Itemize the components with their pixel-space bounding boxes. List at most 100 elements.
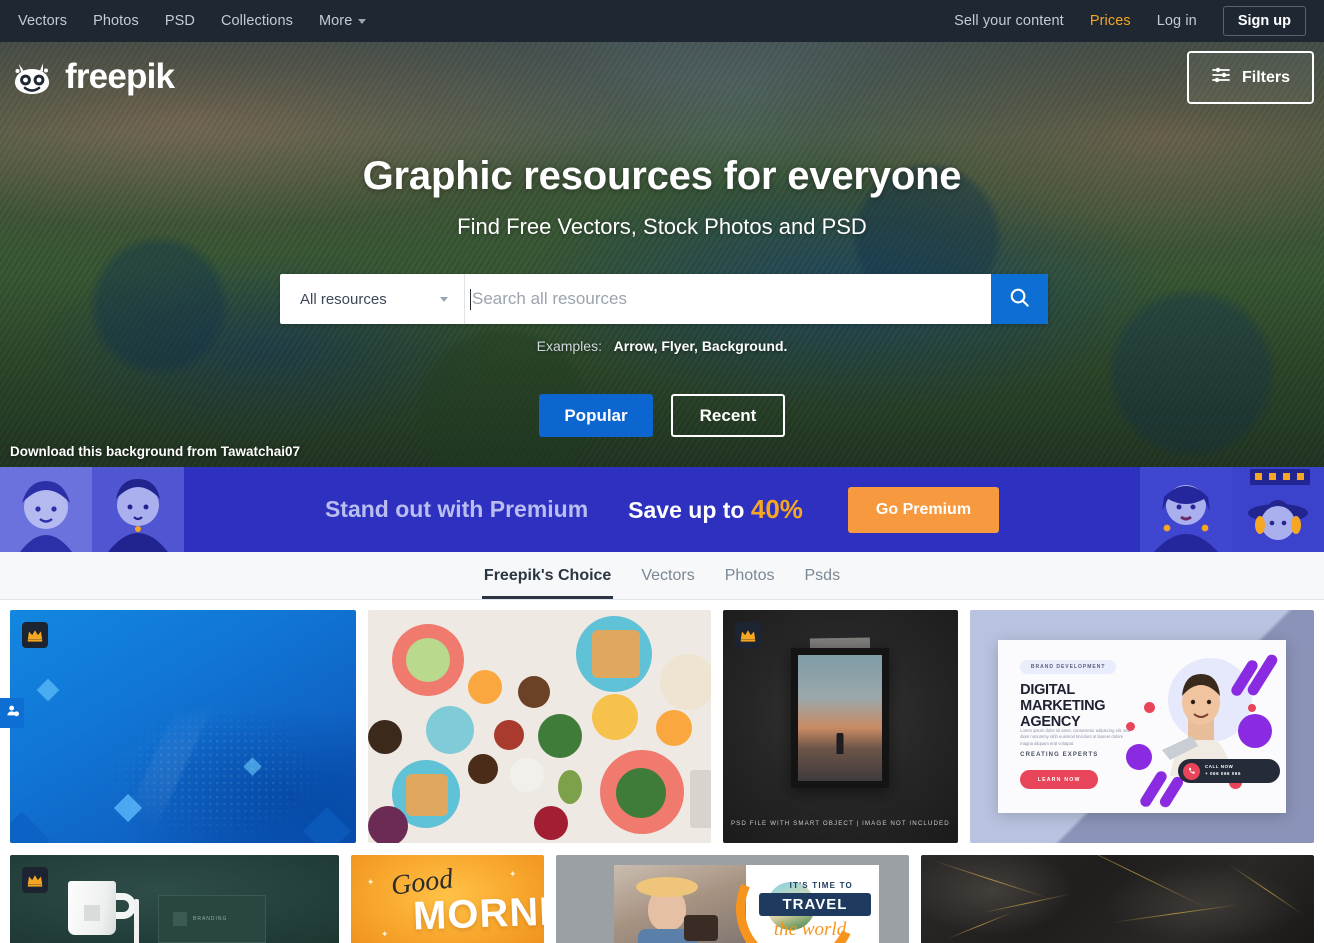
card-logo-placeholder [173, 912, 187, 926]
sun-hat [636, 877, 699, 897]
travel-line-1: IT'S TIME TO [789, 881, 853, 890]
freepik-logo[interactable]: freepik [10, 55, 175, 99]
nav-item-psd[interactable]: PSD [165, 13, 195, 29]
card-thumbnail-mug-mockup: BRANDING [10, 855, 339, 943]
search-input[interactable] [472, 274, 991, 324]
resource-card-black-marble[interactable] [920, 855, 1314, 943]
travel-line-2: TRAVEL [758, 893, 871, 916]
premium-headline: Stand out with Premium [324, 496, 589, 522]
nav-item-vectors[interactable]: Vectors [18, 13, 67, 29]
landing-body-text: Lorem ipsum dolor sit amet, consectetur … [1020, 728, 1131, 746]
deco-blob [1248, 704, 1256, 712]
poster-artwork [791, 648, 890, 788]
premium-save-amount: 40% [750, 494, 803, 524]
top-navigation-bar: Vectors Photos PSD Collections More Sell… [0, 0, 1324, 42]
page-title: Graphic resources for everyone [362, 154, 962, 198]
deco-diamond [302, 806, 352, 843]
call-now-badge: CALL NOW + 066 066 066 [1178, 759, 1280, 783]
premium-save-prefix: Save up to [628, 497, 745, 523]
resource-grid: PSD FILE WITH SMART OBJECT | IMAGE NOT I… [0, 600, 1324, 943]
travel-line-3: the world. [773, 919, 851, 940]
food-item [591, 694, 638, 740]
card-thumbnail-marketing-landing: BRAND DEVELOPMENT DIGITAL MARKETING AGEN… [970, 610, 1314, 843]
prices-link[interactable]: Prices [1090, 13, 1131, 29]
cutlery [689, 770, 711, 828]
sell-your-content-link[interactable]: Sell your content [954, 13, 1064, 29]
food-item [557, 770, 582, 804]
content-tabs: Freepik's Choice Vectors Photos Psds [481, 567, 843, 599]
marble-vein [981, 893, 1071, 914]
deco-blob [1144, 702, 1156, 713]
marble-vein [1111, 903, 1241, 924]
food-item [517, 676, 550, 708]
resource-card-psd-poster-mockup[interactable]: PSD FILE WITH SMART OBJECT | IMAGE NOT I… [722, 610, 959, 843]
food-item [367, 806, 408, 843]
search-input-wrapper[interactable] [465, 274, 991, 324]
nav-item-collections[interactable]: Collections [221, 13, 293, 29]
tab-psds[interactable]: Psds [803, 567, 843, 599]
resource-card-blue-abstract[interactable] [10, 610, 356, 843]
premium-banner-content: Stand out with Premium Save up to 40% Go… [324, 486, 1000, 533]
recent-toggle-button[interactable]: Recent [671, 394, 785, 437]
chevron-down-icon [358, 18, 367, 24]
deco-blob [1126, 744, 1153, 770]
background-credit-link[interactable]: Download this background from Tawatchai0… [10, 444, 300, 459]
landing-page-preview: BRAND DEVELOPMENT DIGITAL MARKETING AGEN… [998, 640, 1286, 813]
freepik-mascot-icon [10, 55, 56, 99]
tab-vectors[interactable]: Vectors [639, 567, 696, 599]
marble-vein [933, 860, 1049, 899]
mug-body [68, 881, 116, 935]
avatar-illustration [1232, 467, 1324, 552]
freepik-wordmark: freepik [65, 57, 175, 96]
call-now-text: CALL NOW + 066 066 066 [1205, 764, 1242, 776]
card-thumbnail-black-marble [920, 855, 1314, 943]
popular-toggle-button[interactable]: Popular [539, 394, 653, 437]
examples-links[interactable]: Arrow, Flyer, Background. [614, 338, 788, 354]
resource-card-breakfast-food[interactable] [367, 610, 711, 843]
marble-vein [1228, 863, 1304, 916]
sort-toggle-group: Popular Recent [0, 394, 1324, 437]
phone-icon [1183, 762, 1200, 780]
food-item [659, 654, 711, 710]
camera [684, 915, 719, 941]
food-item [405, 774, 448, 816]
marble-vein [1068, 855, 1204, 908]
deco-diamond [10, 811, 51, 843]
marble-vein [947, 911, 1013, 940]
resource-grid-row-2: BRANDING Good MORNING ✦ ✦ ✦ ✦ IT'S TIME … [10, 855, 1314, 943]
nav-item-photos[interactable]: Photos [93, 13, 139, 29]
hero-section: freepik Filters Graphic resources for ev… [0, 42, 1324, 467]
tab-photos[interactable]: Photos [723, 567, 777, 599]
nav-item-more-label: More [318, 13, 353, 29]
feedback-widget-tab[interactable] [0, 698, 24, 728]
resource-card-marketing-landing[interactable]: BRAND DEVELOPMENT DIGITAL MARKETING AGEN… [970, 610, 1314, 843]
examples-label: Examples: [536, 338, 602, 354]
pen [134, 899, 139, 943]
search-submit-button[interactable] [991, 274, 1048, 324]
resource-type-dropdown[interactable]: All resources [280, 274, 465, 324]
user-profile-icon [6, 704, 19, 722]
resource-card-good-morning[interactable]: Good MORNING ✦ ✦ ✦ ✦ [350, 855, 545, 943]
signup-button[interactable]: Sign up [1222, 6, 1306, 36]
top-nav-right-links: Sell your content Prices Log in Sign up [954, 6, 1324, 36]
resource-grid-row-1: PSD FILE WITH SMART OBJECT | IMAGE NOT I… [10, 610, 1314, 843]
tab-freepiks-choice[interactable]: Freepik's Choice [481, 567, 614, 599]
food-item [537, 714, 582, 758]
filters-button[interactable]: Filters [1186, 51, 1314, 104]
text-cursor [470, 288, 471, 310]
sparkle-icon: ✦ [366, 877, 375, 887]
landing-cta-button: LEARN NOW [1020, 770, 1099, 789]
traveler-photo [614, 865, 747, 943]
business-card-label: BRANDING [193, 916, 228, 922]
nav-item-more[interactable]: More [318, 13, 367, 29]
food-item [655, 710, 692, 746]
resource-card-mug-branding-mockup[interactable]: BRANDING [10, 855, 339, 943]
card-thumbnail-blue-abstract [10, 610, 356, 843]
login-link[interactable]: Log in [1157, 13, 1197, 29]
go-premium-button[interactable]: Go Premium [847, 486, 1000, 533]
search-examples: Examples: Arrow, Flyer, Background. [0, 338, 1324, 354]
avatar-illustration [92, 467, 184, 552]
banner-avatars-left [0, 467, 184, 552]
resource-card-travel-banner[interactable]: IT'S TIME TO TRAVEL the world. [556, 855, 909, 943]
page-subtitle: Find Free Vectors, Stock Photos and PSD [457, 214, 867, 239]
